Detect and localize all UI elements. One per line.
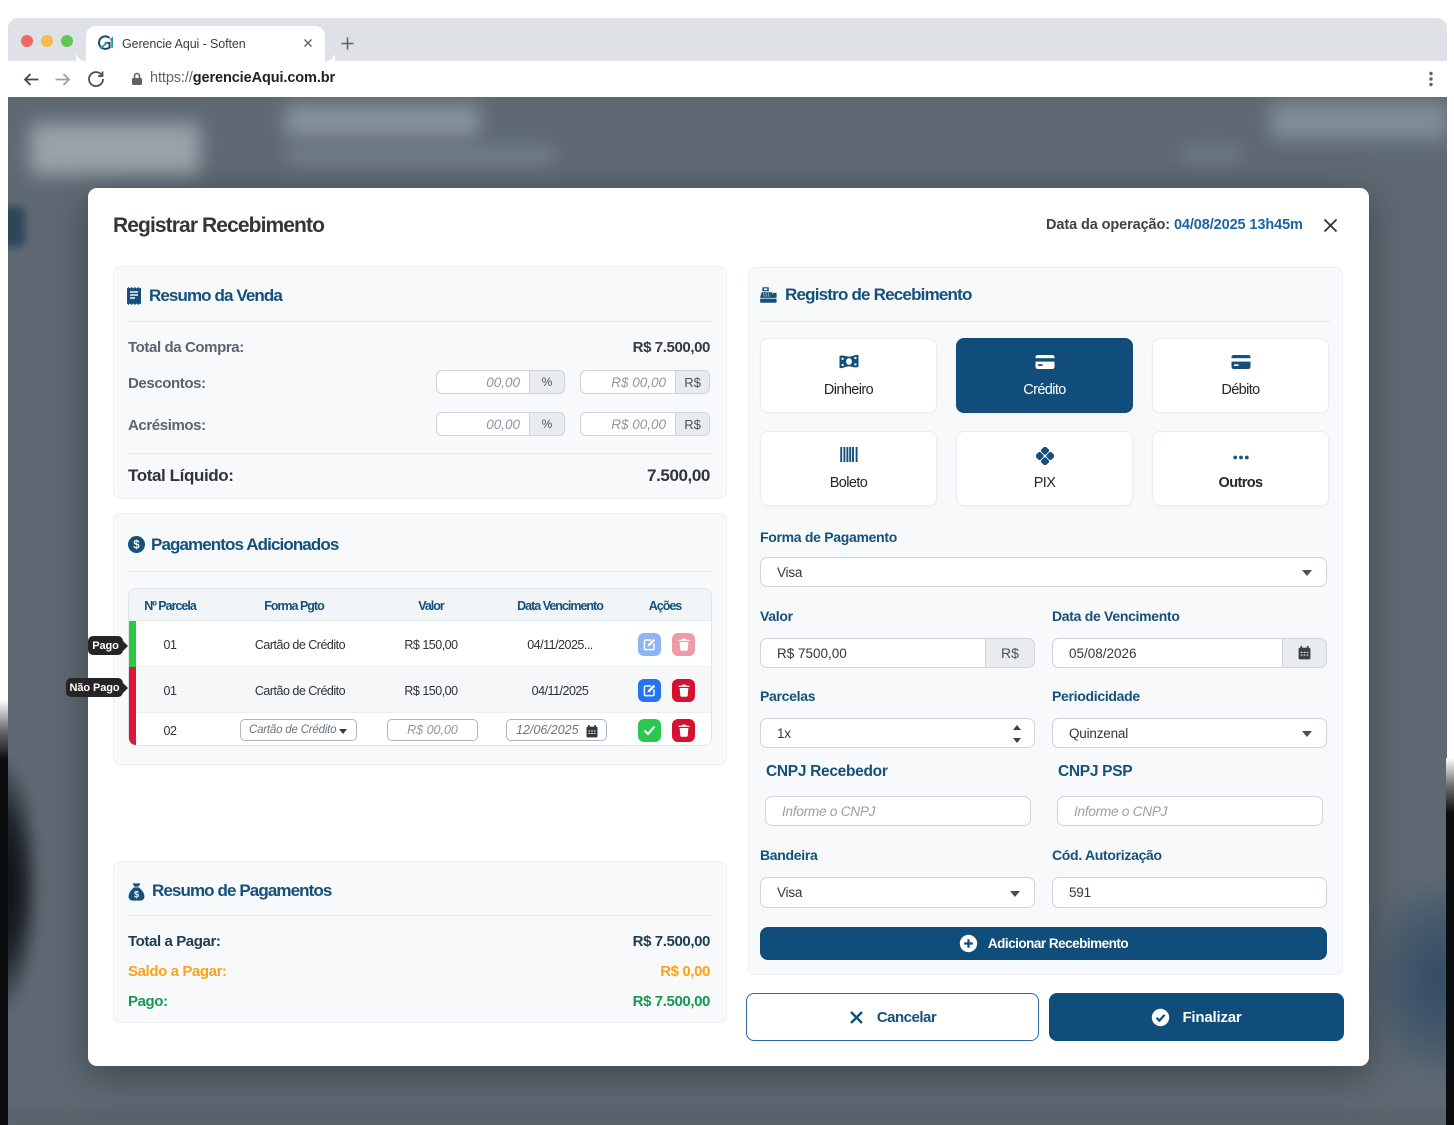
svg-text:$: $ xyxy=(134,890,139,900)
svg-text:$: $ xyxy=(133,540,140,552)
